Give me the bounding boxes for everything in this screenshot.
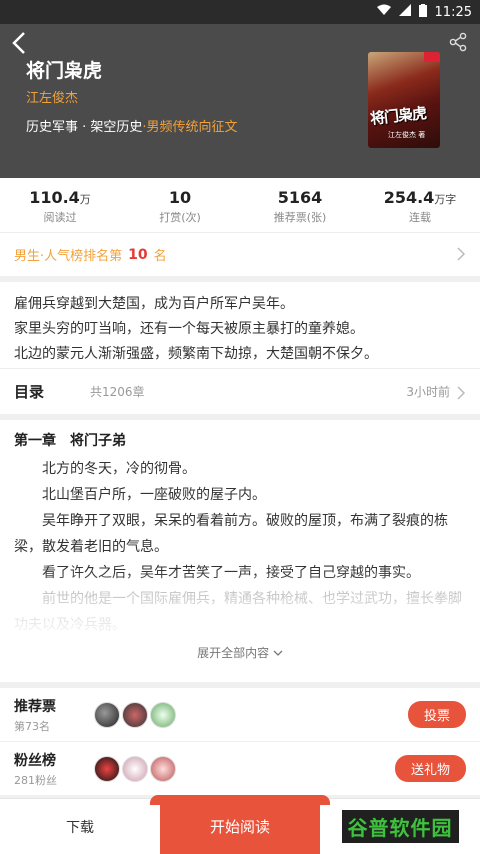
recommend-vote-row: 推荐票 第73名 投票	[0, 688, 480, 742]
status-time: 11:25	[434, 4, 472, 20]
avatar[interactable]	[122, 701, 148, 728]
fade-overlay	[0, 570, 480, 630]
chevron-right-icon	[456, 385, 466, 400]
stats-bar: 110.4万 阅读过 10 打赏(次) 5164 推荐票(张) 254.4万字 …	[0, 178, 480, 232]
chapter-paragraph: 北山堡百户所，一座破败的屋子内。	[42, 487, 266, 503]
voter-avatars[interactable]	[94, 701, 408, 728]
stat-value: 10	[168, 188, 192, 207]
expand-label: 展开全部内容	[197, 646, 270, 660]
start-reading-button[interactable]: 开始阅读	[150, 795, 330, 854]
update-time: 3小时前	[406, 385, 450, 399]
genre-tags: 历史军事 · 架空历史	[26, 120, 143, 135]
stat-unit: 万字	[434, 193, 457, 206]
popularity-rank-row[interactable]: 男生·人气榜排名第 10 名	[0, 232, 480, 276]
download-button[interactable]: 下载	[0, 799, 160, 854]
stat-label: 连载	[409, 211, 431, 224]
stat-value: 110.4	[29, 188, 80, 207]
cover-title: 将门枭虎	[369, 104, 427, 128]
rank-number: 10	[128, 246, 148, 263]
avatar[interactable]	[122, 755, 148, 782]
cover-ribbon	[424, 52, 440, 62]
book-cover[interactable]: 将门枭虎 江左俊杰 著	[368, 52, 440, 148]
synopsis-line: 家里头穷的叮当响，还有一个每天被原主暴打的童养媳。	[14, 321, 364, 337]
stat-votes: 5164 推荐票(张)	[240, 178, 360, 232]
rank-prefix: 男生·人气榜排名第	[14, 249, 123, 264]
avatar[interactable]	[94, 755, 120, 782]
start-reading-label: 开始阅读	[209, 818, 270, 836]
logo-text: 谷普软件园	[341, 810, 459, 843]
rank-suffix: 名	[153, 249, 167, 264]
book-title: 将门枭虎	[26, 60, 103, 82]
stat-reads: 110.4万 阅读过	[0, 178, 120, 232]
cover-author: 江左俊杰 著	[388, 131, 426, 139]
chapter-title: 第一章 将门子弟	[14, 433, 126, 449]
fan-section: 推荐票 第73名 投票 粉丝榜 281粉丝 送礼物	[0, 688, 480, 796]
contest-tag[interactable]: ·男频传统向征文	[142, 120, 237, 135]
signal-icon	[398, 4, 411, 20]
stat-unit: 万	[79, 193, 91, 206]
vote-button[interactable]: 投票	[407, 701, 466, 728]
chevron-right-icon	[456, 247, 466, 261]
stat-rewards: 10 打赏(次)	[120, 178, 240, 232]
stat-words: 254.4万字 连载	[360, 178, 480, 232]
row-title: 粉丝榜	[14, 752, 56, 769]
stat-label: 阅读过	[43, 211, 77, 224]
avatar[interactable]	[94, 701, 120, 728]
wifi-icon	[376, 4, 391, 20]
avatar[interactable]	[150, 701, 176, 728]
chevron-down-icon	[273, 646, 283, 660]
table-of-contents-row[interactable]: 目录 共1206章 3小时前	[0, 368, 480, 414]
avatar[interactable]	[150, 755, 176, 782]
stat-value: 5164	[277, 188, 323, 207]
bottom-action-bar: 下载 开始阅读 谷普软件园	[0, 795, 480, 854]
chapter-paragraph: 吴年睁开了双眼，呆呆的看着前方。破败的屋顶，布满了裂痕的栋梁，散发着老旧的气息。	[14, 513, 448, 555]
expand-content-button[interactable]: 展开全部内容	[0, 644, 480, 661]
fan-rank-row: 粉丝榜 281粉丝 送礼物	[0, 742, 480, 796]
row-title: 推荐票	[14, 698, 56, 715]
chapter-paragraph: 北方的冬天，冷的彻骨。	[42, 461, 196, 477]
fan-avatars[interactable]	[94, 755, 395, 782]
stat-label: 打赏(次)	[159, 211, 201, 224]
synopsis-line: 雇佣兵穿越到大楚国，成为百户所军户吴年。	[14, 296, 294, 312]
watermark-logo: 谷普软件园	[320, 799, 480, 854]
book-tags: 历史军事 · 架空历史·男频传统向征文	[26, 116, 238, 135]
back-button[interactable]	[10, 30, 30, 56]
synopsis-line: 北边的蒙元人渐渐强盛，频繁南下劫掠，大楚国朝不保夕。	[14, 346, 378, 362]
chapter-count: 共1206章	[90, 385, 145, 399]
send-gift-button[interactable]: 送礼物	[394, 755, 466, 782]
share-button[interactable]	[448, 32, 468, 52]
row-subtitle: 第73名	[14, 719, 50, 733]
book-header: 11:25 将门枭虎 江左俊杰 历史军事 · 架空历史·男频传统向征文 将门枭虎…	[0, 0, 480, 178]
toc-label: 目录	[14, 383, 45, 401]
battery-icon	[418, 3, 427, 21]
stat-value: 254.4	[383, 188, 435, 207]
status-bar: 11:25	[0, 0, 480, 24]
book-synopsis: 雇佣兵穿越到大楚国，成为百户所军户吴年。 家里头穷的叮当响，还有一个每天被原主暴…	[0, 282, 480, 368]
book-author[interactable]: 江左俊杰	[26, 87, 78, 106]
stat-label: 推荐票(张)	[273, 211, 327, 224]
chapter-preview: 第一章 将门子弟 北方的冬天，冷的彻骨。 北山堡百户所，一座破败的屋子内。 吴年…	[0, 420, 480, 682]
row-subtitle: 281粉丝	[14, 773, 57, 787]
